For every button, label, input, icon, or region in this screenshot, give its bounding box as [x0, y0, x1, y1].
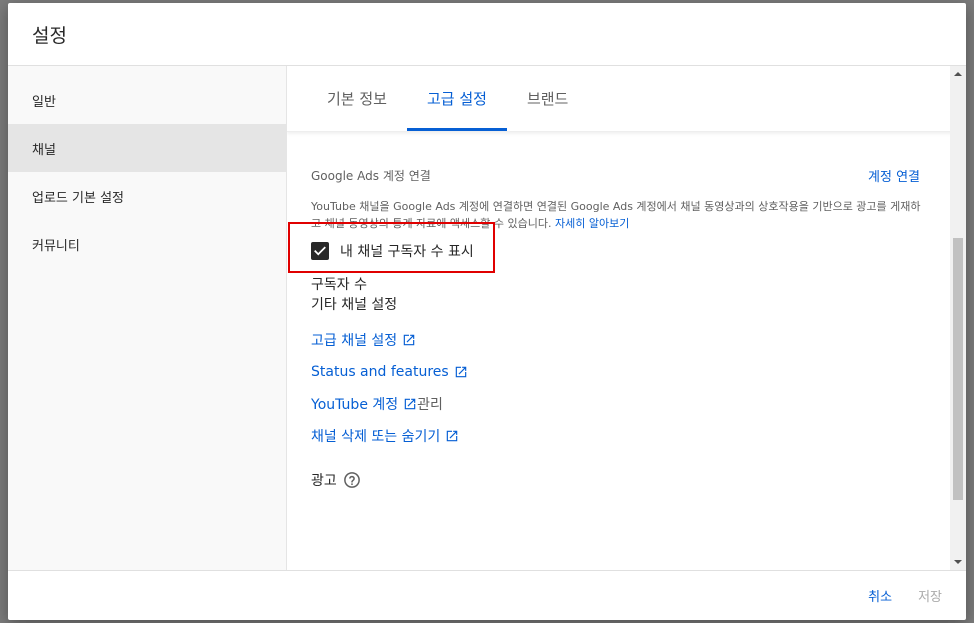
open-in-new-icon [403, 334, 415, 346]
sidebar-item-label: 커뮤니티 [32, 238, 80, 254]
sidebar-item-channel[interactable]: 채널 [8, 124, 286, 172]
subscriber-count-checkbox[interactable] [311, 242, 329, 260]
tab-bar: 기본 정보 고급 설정 브랜드 [287, 66, 966, 132]
dialog-footer: 취소 저장 [8, 570, 966, 620]
check-icon [314, 246, 326, 256]
sidebar-item-community[interactable]: 커뮤니티 [8, 220, 286, 268]
dialog-body: 일반 채널 업로드 기본 설정 커뮤니티 기본 정보 고급 설정 브랜드 Goo… [8, 66, 966, 570]
link-label: 고급 채널 설정 [311, 333, 398, 349]
link-account-button[interactable]: 계정 연결 [868, 166, 920, 185]
settings-content: 기본 정보 고급 설정 브랜드 Google Ads 계정 연결 계정 연결 Y… [287, 66, 966, 570]
tab-label: 브랜드 [526, 90, 569, 108]
vertical-scrollbar[interactable] [950, 66, 966, 570]
tab-advanced-settings[interactable]: 고급 설정 [406, 66, 507, 131]
other-settings-title: 기타 채널 설정 [311, 297, 398, 313]
checkbox-label: 내 채널 구독자 수 표시 [340, 244, 474, 260]
settings-sidebar: 일반 채널 업로드 기본 설정 커뮤니티 [8, 66, 287, 570]
sidebar-item-upload-defaults[interactable]: 업로드 기본 설정 [8, 172, 286, 220]
scrollbar-thumb[interactable] [953, 238, 963, 500]
ads-link-title: Google Ads 계정 연결 [311, 169, 431, 183]
link-label: Status and features [311, 364, 449, 380]
caret-down-icon [954, 560, 962, 564]
tab-label: 기본 정보 [327, 90, 387, 108]
ads-link-row: Google Ads 계정 연결 계정 연결 [311, 166, 926, 185]
subscribers-section-title: 구독자 수 [311, 277, 367, 293]
save-button[interactable]: 저장 [918, 586, 942, 605]
ads-section-header: 광고 [311, 470, 361, 490]
link-label: YouTube 계정 [311, 397, 399, 413]
open-in-new-icon [447, 430, 458, 442]
delete-hide-channel-link[interactable]: 채널 삭제 또는 숨기기 [311, 420, 468, 452]
tab-branding[interactable]: 브랜드 [507, 66, 588, 131]
youtube-account-link[interactable]: YouTube 계정 관리 [311, 388, 468, 420]
tab-label: 고급 설정 [426, 90, 487, 108]
sidebar-item-label: 일반 [32, 94, 56, 110]
status-features-link[interactable]: Status and features [311, 356, 468, 388]
cancel-button[interactable]: 취소 [868, 586, 892, 605]
dialog-title: 설정 [32, 24, 67, 47]
sidebar-item-label: 업로드 기본 설정 [32, 190, 124, 206]
caret-up-icon [954, 72, 962, 76]
open-in-new-icon [404, 398, 416, 410]
sidebar-item-general[interactable]: 일반 [8, 76, 286, 124]
settings-dialog: 설정 일반 채널 업로드 기본 설정 커뮤니티 기본 정보 고급 설정 브랜드 … [8, 3, 966, 620]
advanced-channel-settings-link[interactable]: 고급 채널 설정 [311, 324, 468, 356]
open-in-new-icon [455, 366, 466, 378]
dialog-header: 설정 [8, 3, 966, 66]
scroll-down-arrow[interactable] [950, 554, 966, 570]
other-settings-links: 고급 채널 설정 Status and features YouTube 계정 … [311, 324, 468, 452]
help-icon[interactable] [343, 471, 361, 489]
ads-section-title: 광고 [311, 473, 337, 489]
link-suffix: 관리 [417, 397, 443, 413]
link-label: 채널 삭제 또는 숨기기 [311, 429, 441, 445]
scroll-up-arrow[interactable] [950, 66, 966, 82]
subscriber-count-checkbox-row[interactable]: 내 채널 구독자 수 표시 [311, 241, 474, 261]
learn-more-link[interactable]: 자세히 알아보기 [555, 217, 629, 230]
sidebar-item-label: 채널 [32, 142, 56, 158]
tab-basic-info[interactable]: 기본 정보 [307, 66, 407, 131]
